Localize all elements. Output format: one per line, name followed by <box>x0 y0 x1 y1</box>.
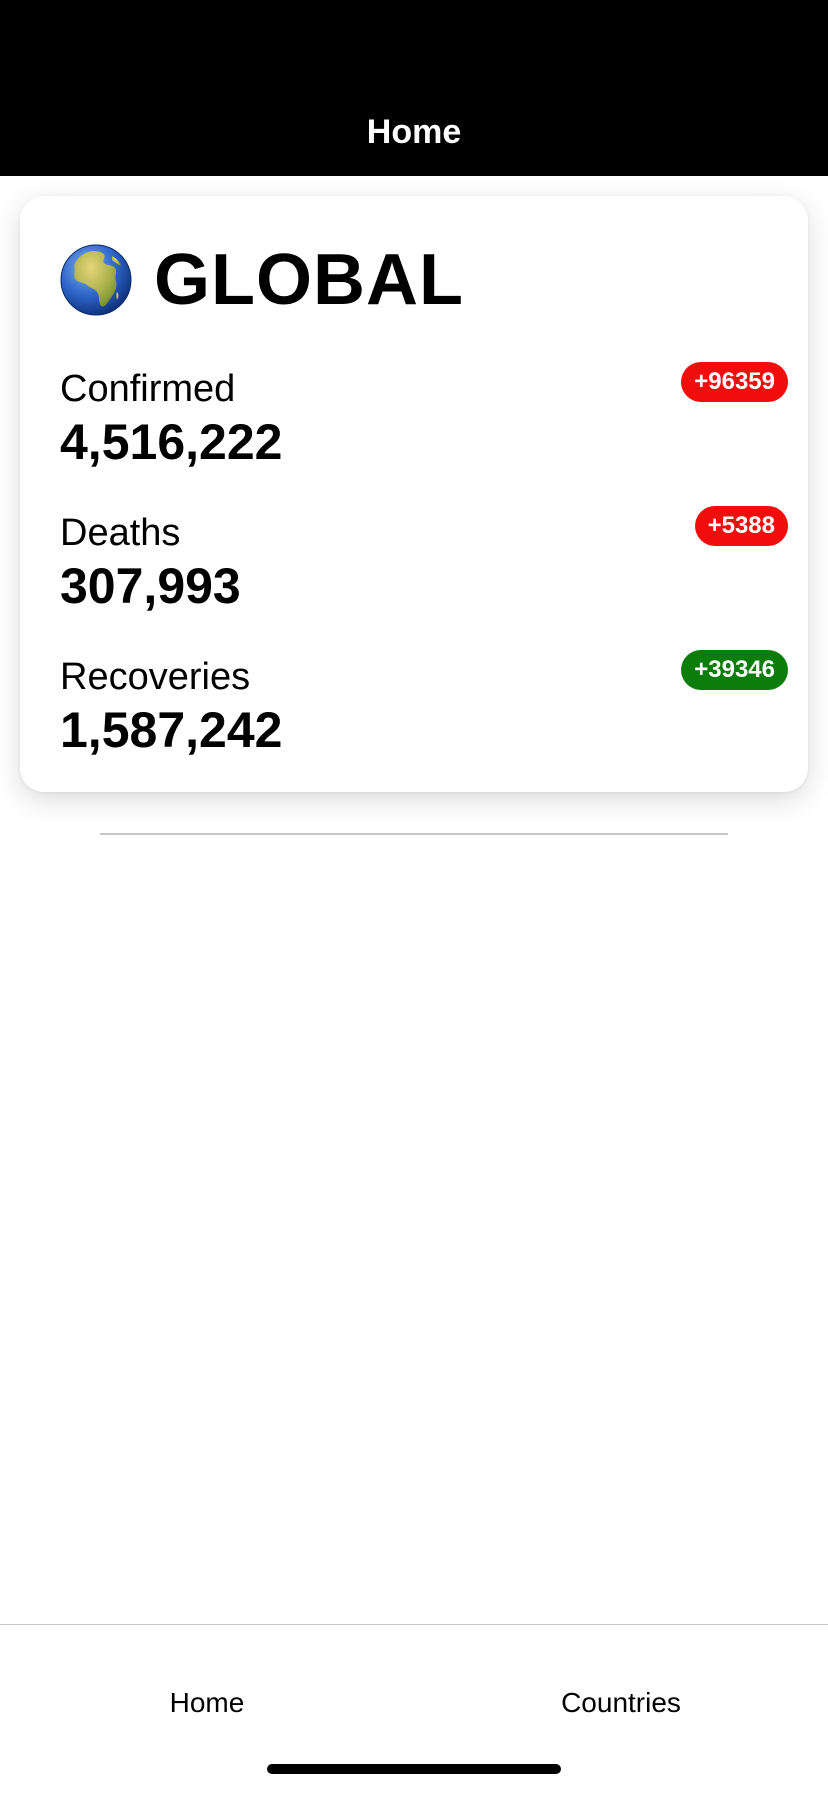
globe-icon <box>60 244 132 316</box>
home-indicator[interactable] <box>267 1764 561 1774</box>
navigation-bar: Home <box>0 0 828 176</box>
delta-badge: +5388 <box>694 506 788 546</box>
global-stats-card: GLOBAL Confirmed 4,516,222 +96359 Deaths… <box>20 196 808 792</box>
card-title: GLOBAL <box>154 240 464 320</box>
page-title: Home <box>366 113 462 151</box>
stat-recoveries: Recoveries 1,587,242 +39346 <box>60 650 788 764</box>
stat-value: 1,587,242 <box>60 702 283 758</box>
delta-badge: +96359 <box>681 362 788 402</box>
stat-confirmed: Confirmed 4,516,222 +96359 <box>60 362 788 476</box>
divider <box>100 833 728 835</box>
tab-home[interactable]: Home <box>0 1685 414 1721</box>
stat-label: Deaths <box>60 512 181 554</box>
card-header: GLOBAL <box>60 240 464 320</box>
stat-label: Confirmed <box>60 368 236 410</box>
delta-badge: +39346 <box>681 650 788 690</box>
stat-value: 4,516,222 <box>60 414 283 470</box>
stat-value: 307,993 <box>60 558 241 614</box>
tab-countries[interactable]: Countries <box>414 1685 828 1721</box>
stat-label: Recoveries <box>60 656 251 698</box>
stat-deaths: Deaths 307,993 +5388 <box>60 506 788 620</box>
